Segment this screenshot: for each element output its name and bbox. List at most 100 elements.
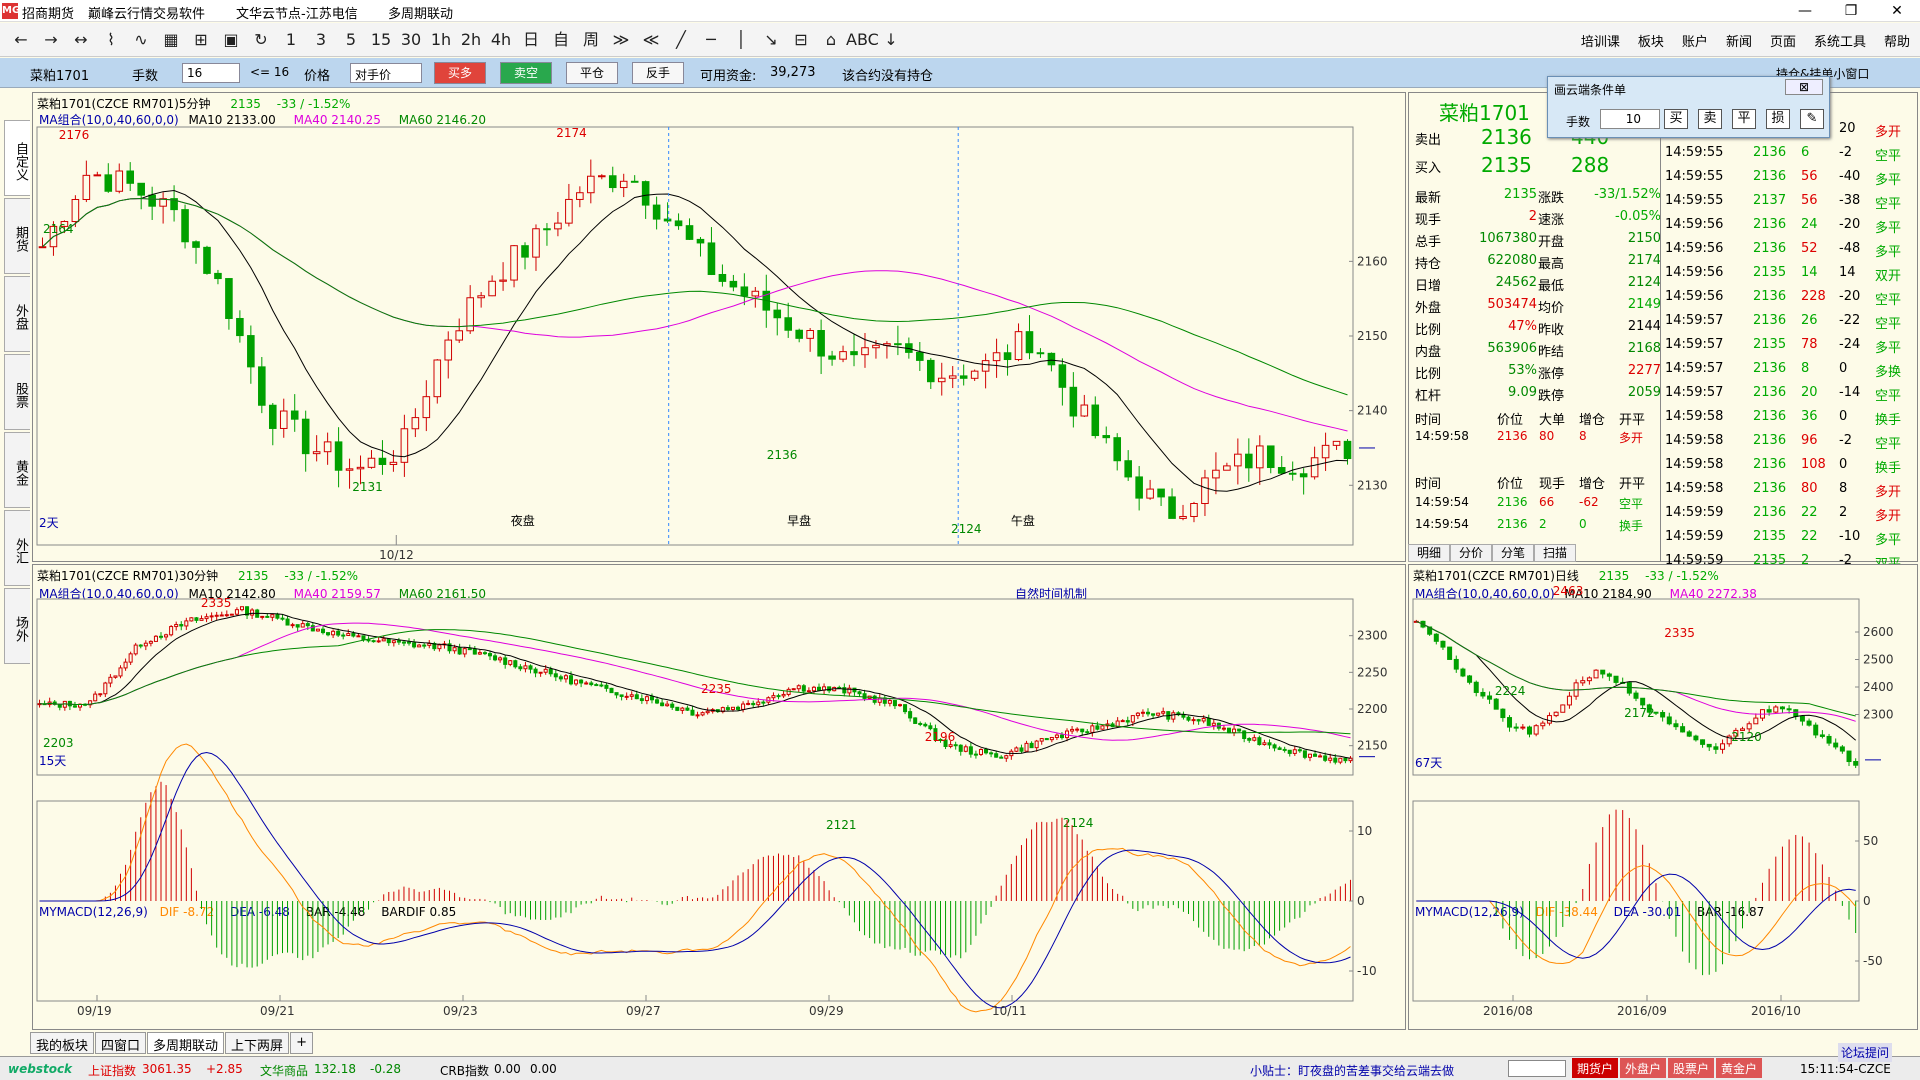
tick-cell: 20	[1801, 385, 1818, 400]
symbol-label[interactable]: 菜粕1701	[30, 65, 89, 84]
toolbar-icon-7[interactable]: ▣	[216, 29, 246, 51]
toolbar-icon-19[interactable]: 周	[576, 29, 606, 51]
restore-icon[interactable]: ❐	[1828, 0, 1874, 22]
quote-tab-3[interactable]: 扫描	[1534, 544, 1577, 562]
left-tab-5[interactable]: 外汇	[4, 510, 30, 586]
forum-link[interactable]: 论坛提问	[1838, 1043, 1893, 1062]
left-tab-3[interactable]: 股票	[4, 354, 30, 430]
toolbar-icon-16[interactable]: 4h	[486, 29, 516, 51]
price-annotation-4: 2120	[1731, 730, 1762, 744]
account-btn-3[interactable]: 黄金户	[1716, 1058, 1763, 1078]
toolbar-icon-22[interactable]: ╱	[666, 29, 696, 51]
toolbar-icon-26[interactable]: ⊟	[786, 29, 816, 51]
toolbar-icon-11[interactable]: 5	[336, 29, 366, 51]
tick-cell: 14:59:56	[1665, 265, 1724, 280]
toolbar-icon-5[interactable]: ▦	[156, 29, 186, 51]
toolbar-icon-1[interactable]: →	[36, 29, 66, 51]
toolbar-icon-6[interactable]: ⊞	[186, 29, 216, 51]
menu-item-0[interactable]: 培训课	[1581, 31, 1620, 50]
candle-body	[417, 644, 422, 648]
quote-tab-2[interactable]: 分笔	[1492, 544, 1535, 562]
toolbar-icon-0[interactable]: ←	[6, 29, 36, 51]
qty-input[interactable]: 16	[182, 63, 240, 83]
tip-text[interactable]: 小贴士：盯夜盘的苦差事交给云端去做	[1250, 1062, 1454, 1079]
toolbar-icon-27[interactable]: ⌂	[816, 29, 846, 51]
bottom-tab-2[interactable]: 多周期联动	[147, 1032, 225, 1054]
quote-tab-0[interactable]: 明细	[1408, 544, 1451, 562]
toolbar-icon-23[interactable]: ─	[696, 29, 726, 51]
tick-cell: 14:59:56	[1665, 241, 1724, 256]
bottom-tab-3[interactable]: 上下两屏	[225, 1032, 290, 1054]
close-icon[interactable]: ✕	[1874, 0, 1920, 22]
menu-item-1[interactable]: 板块	[1638, 31, 1664, 50]
toolbar-icon-2[interactable]: ↔	[66, 29, 96, 51]
popup-qty-input[interactable]: 10	[1600, 109, 1660, 129]
popup-close-icon[interactable]: ⊠	[1785, 79, 1823, 95]
price-input[interactable]: 对手价	[350, 63, 422, 83]
toolbar-icon-12[interactable]: 15	[366, 29, 396, 51]
sell-short-button[interactable]: 卖空	[500, 62, 552, 84]
account-btn-1[interactable]: 外盘户	[1620, 1058, 1667, 1078]
toolbar-icon-8[interactable]: ↻	[246, 29, 276, 51]
menu-item-5[interactable]: 系统工具	[1814, 31, 1866, 50]
chart-30min[interactable]: 菜粕1701(CZCE RM701)30分钟 2135 -33 / -1.52%…	[32, 564, 1406, 1030]
tick-row: 14:59:56 2136 52 -48 多平	[1665, 241, 1915, 265]
buy-long-button[interactable]: 买多	[434, 62, 486, 84]
left-tab-1[interactable]: 期货	[4, 198, 30, 274]
bottom-tab-0[interactable]: 我的板块	[30, 1032, 95, 1054]
menu-item-3[interactable]: 新闻	[1726, 31, 1752, 50]
left-tab-0[interactable]: 自定义	[4, 120, 30, 196]
menu-item-2[interactable]: 账户	[1682, 31, 1708, 50]
candle-body	[209, 615, 214, 618]
menu-item-6[interactable]: 帮助	[1884, 31, 1910, 50]
toolbar-icon-29[interactable]: ↓	[876, 29, 906, 51]
popup-btn-2[interactable]: 平	[1732, 109, 1756, 129]
candle-body	[521, 245, 529, 258]
link-menu[interactable]: 多周期联动	[388, 3, 453, 22]
server-menu[interactable]: 文华云节点-江苏电信	[236, 3, 358, 22]
popup-btn-1[interactable]: 卖	[1698, 109, 1722, 129]
toolbar-icon-15[interactable]: 2h	[456, 29, 486, 51]
menu-item-4[interactable]: 页面	[1770, 31, 1796, 50]
left-tab-2[interactable]: 外盘	[4, 276, 30, 352]
toolbar-icon-20[interactable]: ≫	[606, 29, 636, 51]
quote-key: 持仓	[1415, 257, 1442, 272]
candle-body	[250, 609, 255, 616]
candle-body	[204, 616, 209, 620]
tick-list[interactable]: 14:59:5521363020多开14:59:5521366-2空平14:59…	[1660, 92, 1918, 572]
left-tab-4[interactable]: 黄金	[4, 432, 30, 508]
chart-5min[interactable]: 菜粕1701(CZCE RM701)5分钟 2135 -33 / -1.52% …	[32, 92, 1406, 562]
toolbar-icon-4[interactable]: ∿	[126, 29, 156, 51]
account-btn-2[interactable]: 股票户	[1668, 1058, 1715, 1078]
tick-cell: 36	[1801, 409, 1818, 424]
candle-body	[411, 417, 420, 430]
toolbar-icon-18[interactable]: 自	[546, 29, 576, 51]
bottom-tab-1[interactable]: 四窗口	[95, 1032, 147, 1054]
toolbar-icon-3[interactable]: ⌇	[96, 29, 126, 51]
tick-cell: 空平	[1875, 197, 1902, 212]
toolbar-icon-13[interactable]: 30	[396, 29, 426, 51]
status-search-input[interactable]	[1508, 1060, 1566, 1077]
minimize-icon[interactable]: —	[1782, 0, 1828, 22]
toolbar-icon-17[interactable]: 日	[516, 29, 546, 51]
toolbar-icon-28[interactable]: ABC	[846, 29, 879, 51]
toolbar-icon-21[interactable]: ≪	[636, 29, 666, 51]
popup-btn-4[interactable]: ✎	[1800, 109, 1824, 129]
toolbar-icon-9[interactable]: 1	[276, 29, 306, 51]
toolbar-icon-25[interactable]: ↘	[756, 29, 786, 51]
popup-btn-0[interactable]: 买	[1664, 109, 1688, 129]
left-tab-6[interactable]: 场外	[4, 588, 30, 664]
reverse-button[interactable]: 反手	[632, 62, 684, 84]
quote-value: 1067380	[1479, 231, 1537, 246]
account-btn-0[interactable]: 期货户	[1572, 1058, 1619, 1078]
popup-btn-3[interactable]: 损	[1766, 109, 1790, 129]
close-position-button[interactable]: 平仓	[566, 62, 618, 84]
chart-daily[interactable]: 菜粕1701(CZCE RM701)日线 2135 -33 / -1.52% M…	[1408, 564, 1918, 1030]
tick-cell: 14:59:59	[1665, 505, 1724, 520]
toolbar-icon-10[interactable]: 3	[306, 29, 336, 51]
toolbar-icon-14[interactable]: 1h	[426, 29, 456, 51]
quote-key: 昨结	[1538, 345, 1565, 360]
toolbar-icon-24[interactable]: │	[726, 29, 756, 51]
quote-tab-1[interactable]: 分价	[1450, 544, 1493, 562]
bottom-tab-4[interactable]: +	[290, 1032, 313, 1054]
